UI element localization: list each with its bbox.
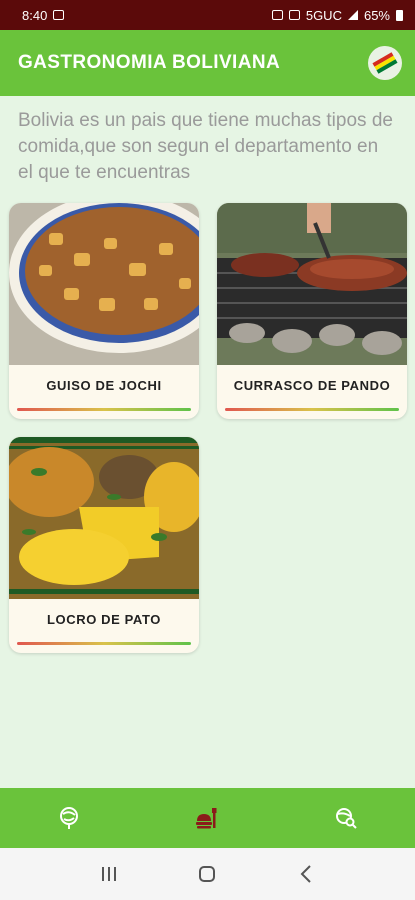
signal-icon	[347, 10, 358, 20]
back-icon	[300, 865, 311, 883]
battery-percent: 65%	[363, 7, 390, 23]
dish-name: CURRASCO DE PANDO	[233, 378, 391, 393]
recent-apps-button[interactable]	[89, 854, 129, 894]
app-title: GASTRONOMIA BOLIVIANA	[18, 52, 281, 73]
card-divider	[225, 408, 399, 411]
app-bar: GASTRONOMIA BOLIVIANA	[0, 30, 415, 96]
globe-leaf-icon	[60, 807, 79, 829]
card-divider	[17, 642, 191, 645]
mute-icon	[288, 10, 300, 20]
dish-name: GUISO DE JOCHI	[46, 378, 162, 393]
search-map-icon	[335, 808, 357, 829]
dish-image	[9, 203, 199, 365]
dish-card-currasco-de-pando[interactable]: CURRASCO DE PANDO	[217, 203, 407, 419]
language-flag-button[interactable]	[368, 46, 402, 80]
card-divider	[17, 408, 191, 411]
battery-icon	[396, 9, 403, 21]
intro-text: Bolivia es un pais que tiene muchas tipo…	[18, 110, 393, 183]
gallery-notification-icon	[53, 10, 65, 20]
food-icon	[196, 808, 217, 829]
network-type: 5GUC	[305, 7, 342, 23]
bottom-navigation	[0, 788, 415, 848]
dish-card-guiso-de-jochi[interactable]: GUISO DE JOCHI	[9, 203, 199, 419]
dish-card-locro-de-pato[interactable]: LOCRO DE PATO	[9, 437, 199, 653]
home-button[interactable]	[187, 854, 227, 894]
nav-food-button[interactable]	[183, 794, 231, 842]
dish-image	[9, 437, 199, 599]
home-icon	[199, 866, 216, 882]
recent-apps-icon	[102, 867, 117, 881]
bolivia-flag-icon	[372, 52, 398, 74]
nav-home-button[interactable]	[45, 794, 93, 842]
back-button[interactable]	[286, 854, 326, 894]
status-time: 8:40	[22, 7, 48, 23]
alarm-icon	[271, 10, 283, 20]
dish-image	[217, 203, 407, 365]
dish-name: LOCRO DE PATO	[47, 612, 161, 627]
nav-search-button[interactable]	[322, 794, 370, 842]
system-navigation-bar	[0, 848, 415, 900]
status-bar: 8:40 5GUC 65%	[0, 0, 415, 30]
